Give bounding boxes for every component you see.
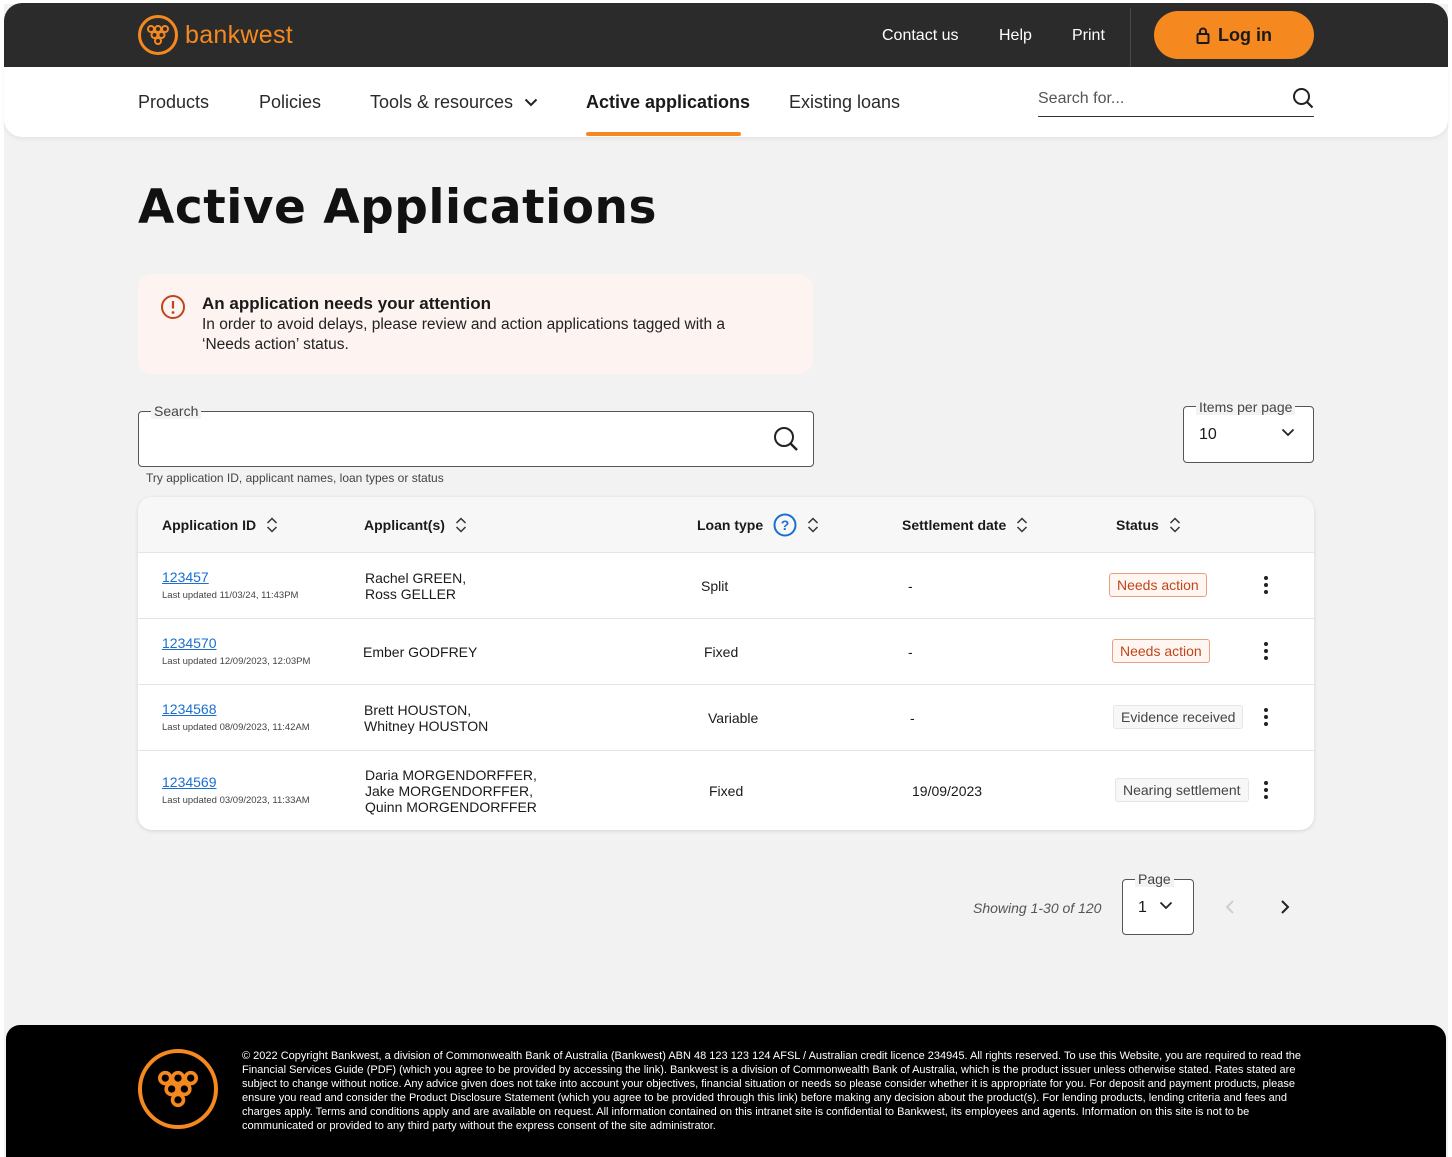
status-badge: Needs action	[1109, 573, 1207, 597]
applicants: Rachel GREEN, Ross GELLER	[365, 570, 467, 602]
chevron-down-icon	[1281, 428, 1295, 437]
nav-item-active-applications[interactable]: Active applications	[586, 92, 750, 113]
nav-item-tools-label: Tools & resources	[370, 92, 514, 112]
top-bar: bankwest Contact us Help Print Log in	[4, 3, 1448, 68]
header-status[interactable]: Status	[1116, 517, 1181, 533]
sort-icon	[1017, 517, 1028, 533]
loan-type: Variable	[708, 710, 759, 726]
loan-type: Split	[701, 578, 729, 594]
search-hint: Try application ID, applicant names, loa…	[146, 471, 444, 485]
login-label: Log in	[1218, 24, 1272, 45]
applications-table: Application ID Applicant(s) Loan type ? …	[138, 497, 1314, 830]
items-per-page-value: 10	[1199, 426, 1217, 443]
page-value: 1	[1138, 899, 1147, 916]
last-updated: Last updated 03/09/2023, 11:33AM	[162, 795, 310, 806]
header-status-label: Status	[1116, 517, 1159, 533]
bankwest-footer-logo-icon	[138, 1049, 218, 1129]
previous-page-icon[interactable]	[1224, 899, 1236, 915]
footer-legal-text: © 2022 Copyright Bankwest, a division of…	[242, 1050, 1301, 1132]
header-loan-type-label: Loan type	[697, 517, 764, 533]
help-icon[interactable]: ?	[773, 513, 797, 537]
brand-name: bankwest	[185, 20, 294, 49]
application-search-input[interactable]	[151, 426, 751, 452]
search-icon[interactable]	[773, 426, 799, 452]
print-link[interactable]: Print	[1072, 27, 1105, 45]
attention-alert: An application needs your attention In o…	[138, 274, 813, 374]
page-title: Active Applications	[138, 180, 657, 235]
header-divider	[1130, 8, 1131, 68]
settlement-date: -	[910, 710, 915, 726]
applicants: Ember GODFREY	[363, 644, 478, 660]
last-updated: Last updated 08/09/2023, 11:42AM	[162, 722, 310, 733]
search-icon[interactable]	[1292, 87, 1314, 109]
nav-item-existing-loans[interactable]: Existing loans	[789, 92, 900, 113]
row-actions-icon[interactable]	[1262, 642, 1270, 662]
alert-body: In order to avoid delays, please review …	[202, 316, 726, 353]
nav-search	[1038, 85, 1314, 117]
svg-text:?: ?	[781, 517, 790, 533]
chevron-down-icon	[1159, 901, 1173, 910]
sort-icon	[455, 517, 466, 533]
active-tab-indicator	[586, 132, 741, 136]
application-id-link[interactable]: 123457	[162, 569, 209, 585]
nav-item-products[interactable]: Products	[138, 92, 209, 113]
footer: © 2022 Copyright Bankwest, a division of…	[6, 1025, 1446, 1157]
settlement-date: 19/09/2023	[912, 783, 983, 799]
main-nav: Products Policies Tools & resources Acti…	[4, 67, 1448, 137]
chevron-down-icon	[524, 98, 538, 107]
sort-icon	[1169, 517, 1180, 533]
applicants: Daria MORGENDORFFER, Jake MORGENDORFFER,…	[365, 767, 537, 815]
loan-type: Fixed	[709, 783, 744, 799]
header-applicants[interactable]: Applicant(s)	[364, 517, 467, 533]
table-header: Application ID Applicant(s) Loan type ? …	[138, 497, 1314, 553]
items-per-page-select[interactable]: Items per page 10	[1183, 399, 1314, 463]
status-badge: Needs action	[1112, 639, 1210, 663]
sort-icon	[267, 517, 278, 533]
items-per-page-label: Items per page	[1196, 399, 1296, 415]
settlement-date: -	[908, 644, 913, 660]
last-updated: Last updated 11/03/24, 11:43PM	[162, 590, 299, 601]
applicants: Brett HOUSTON, Whitney HOUSTON	[364, 702, 489, 734]
search-label: Search	[151, 403, 202, 419]
settlement-date: -	[908, 578, 913, 594]
header-application-id-label: Application ID	[162, 517, 257, 533]
loan-type: Fixed	[704, 644, 739, 660]
lock-icon	[1196, 27, 1210, 44]
table-row: 1234569 Last updated 03/09/2023, 11:33AM…	[138, 751, 1314, 830]
bankwest-logo-icon	[138, 15, 178, 55]
table-row: 123457 Last updated 11/03/24, 11:43PM Ra…	[138, 553, 1314, 619]
contact-us-link[interactable]: Contact us	[882, 27, 958, 45]
header-application-id[interactable]: Application ID	[162, 517, 278, 533]
login-button[interactable]: Log in	[1154, 11, 1314, 59]
help-link[interactable]: Help	[999, 27, 1032, 45]
application-id-link[interactable]: 1234570	[162, 635, 217, 651]
row-actions-icon[interactable]	[1262, 781, 1270, 801]
header-loan-type[interactable]: Loan type ?	[697, 513, 819, 537]
application-id-link[interactable]: 1234568	[162, 701, 217, 717]
sort-icon	[808, 517, 819, 533]
page-label: Page	[1135, 871, 1174, 887]
nav-item-tools[interactable]: Tools & resources	[370, 92, 538, 113]
header-settlement-date[interactable]: Settlement date	[902, 517, 1028, 533]
nav-search-input[interactable]	[1038, 85, 1278, 113]
status-badge: Nearing settlement	[1115, 778, 1249, 802]
alert-icon	[161, 295, 185, 319]
header-settlement-date-label: Settlement date	[902, 517, 1007, 533]
application-id-link[interactable]: 1234569	[162, 774, 217, 790]
application-search: Search	[138, 403, 814, 467]
last-updated: Last updated 12/09/2023, 12:03PM	[162, 656, 311, 667]
header-applicants-label: Applicant(s)	[364, 517, 445, 533]
results-count: Showing 1-30 of 120	[973, 900, 1102, 916]
row-actions-icon[interactable]	[1262, 576, 1270, 596]
nav-item-policies[interactable]: Policies	[259, 92, 321, 113]
status-badge: Evidence received	[1113, 705, 1244, 729]
table-row: 1234568 Last updated 08/09/2023, 11:42AM…	[138, 685, 1314, 751]
table-row: 1234570 Last updated 12/09/2023, 12:03PM…	[138, 619, 1314, 685]
alert-title: An application needs your attention	[202, 294, 492, 313]
next-page-icon[interactable]	[1279, 899, 1291, 915]
row-actions-icon[interactable]	[1262, 708, 1270, 728]
bankwest-logo[interactable]: bankwest	[138, 15, 293, 55]
page-select[interactable]: Page 1	[1122, 871, 1194, 935]
